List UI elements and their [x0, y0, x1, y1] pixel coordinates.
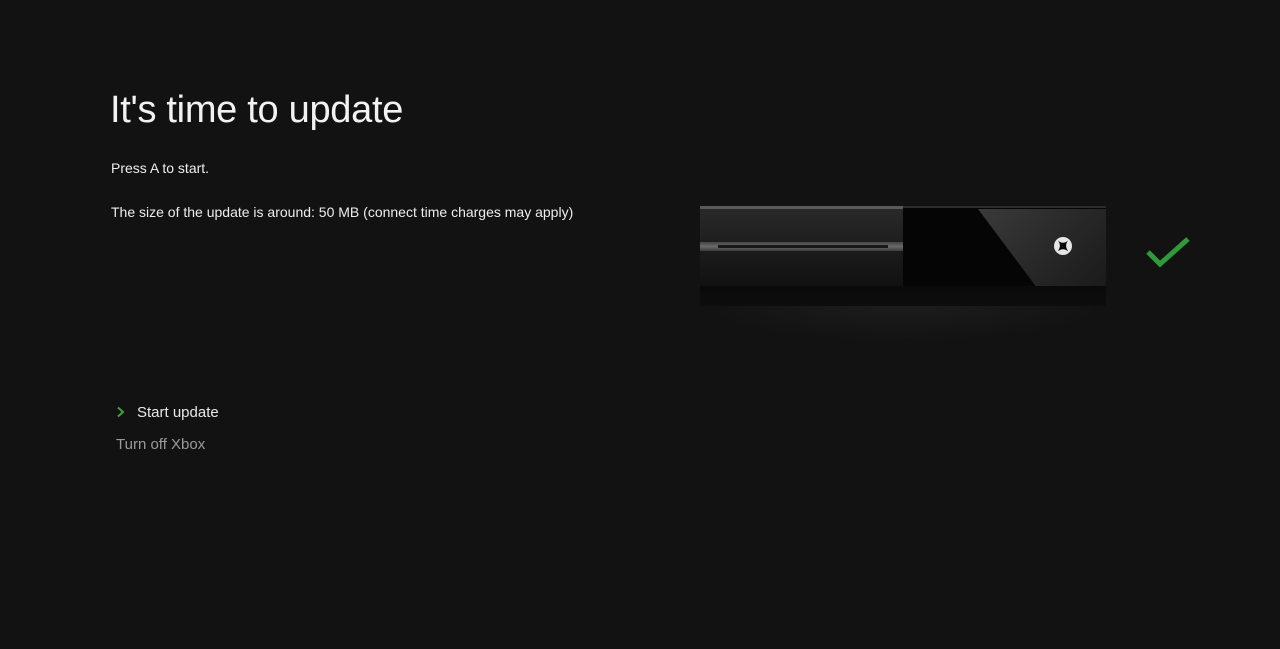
turn-off-xbox-label: Turn off Xbox	[116, 435, 206, 453]
update-menu: Start update Turn off Xbox	[116, 400, 219, 464]
update-size-text: The size of the update is around: 50 MB …	[111, 204, 574, 220]
xbox-console-icon	[700, 206, 1106, 342]
page-title: It's time to update	[110, 89, 404, 131]
xbox-logo-icon	[1053, 236, 1073, 256]
start-update-option[interactable]: Start update	[116, 400, 219, 424]
start-update-label: Start update	[137, 403, 219, 421]
chevron-right-icon	[116, 406, 137, 418]
checkmark-icon	[1145, 236, 1191, 268]
turn-off-xbox-option[interactable]: Turn off Xbox	[116, 432, 219, 456]
instruction-text: Press A to start.	[111, 160, 210, 176]
